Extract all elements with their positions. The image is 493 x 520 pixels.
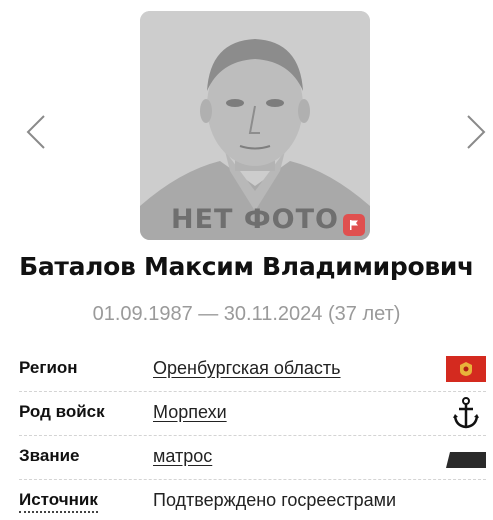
detail-row-region: Регион Оренбургская область [19, 348, 486, 392]
branch-label: Род войск [19, 402, 105, 421]
detail-row-branch: Род войск Морпехи [19, 392, 486, 436]
source-label[interactable]: Источник [19, 490, 98, 513]
rank-link[interactable]: матрос [153, 446, 212, 467]
chevron-left-icon[interactable] [22, 112, 52, 152]
details-list: Регион Оренбургская область Род войск Мо… [19, 348, 486, 520]
portrait-photo: НЕТ ФОТО [140, 11, 370, 240]
detail-row-source: Источник Подтверждено госреестрами [19, 480, 486, 520]
person-name: Баталов Максим Владимирович [19, 252, 474, 281]
no-photo-label: НЕТ ФОТО [171, 204, 339, 235]
source-value: Подтверждено госреестрами [153, 490, 397, 510]
region-label: Регион [19, 358, 78, 377]
chevron-right-icon[interactable] [460, 112, 490, 152]
rank-insignia-icon [446, 452, 486, 468]
detail-row-rank: Звание матрос [19, 436, 486, 480]
region-link[interactable]: Оренбургская область [153, 358, 341, 379]
anchor-icon [452, 396, 480, 430]
branch-link[interactable]: Морпехи [153, 402, 227, 423]
region-flag-icon [446, 356, 486, 382]
flag-icon[interactable] [343, 214, 365, 236]
rank-label: Звание [19, 446, 80, 465]
life-dates: 01.09.1987 — 30.11.2024 (37 лет) [92, 303, 401, 325]
